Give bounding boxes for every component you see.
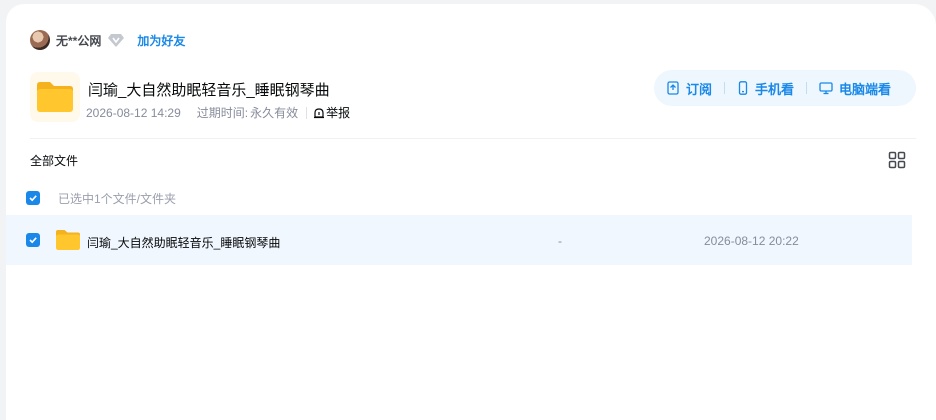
checkmark-icon xyxy=(29,237,37,244)
subscribe-label: 订阅 xyxy=(686,81,713,97)
select-all-row: 已选中1个文件/文件夹 xyxy=(26,190,176,206)
avatar[interactable] xyxy=(30,30,50,50)
subscribe-button[interactable]: 订阅 xyxy=(666,79,712,98)
breadcrumb-all-files[interactable]: 全部文件 xyxy=(30,152,78,169)
expire-value: 永久有效 xyxy=(250,106,299,120)
view-actions-bar: 订阅 手机看 电脑端看 xyxy=(654,70,916,106)
subscribe-icon xyxy=(667,81,679,95)
header-divider xyxy=(30,138,916,139)
folder-icon xyxy=(55,229,81,256)
row-checkbox[interactable] xyxy=(26,233,40,247)
phone-label: 手机看 xyxy=(755,81,795,97)
share-card: 无**公网 加为好友 闫瑜_大自然助眠轻音乐_睡眠钢琴曲 2026-08-12 … xyxy=(6,4,936,420)
select-all-checkbox[interactable] xyxy=(26,191,40,205)
file-date: 2026-08-12 20:22 xyxy=(704,234,799,248)
expire-label: 过期时间: xyxy=(196,106,249,120)
table-row[interactable]: 闫瑜_大自然助眠轻音乐_睡眠钢琴曲 - 2026-08-12 20:22 xyxy=(6,215,912,265)
file-size: - xyxy=(558,234,562,248)
action-divider xyxy=(806,82,808,94)
pc-label: 电脑端看 xyxy=(839,81,892,97)
share-created-time: 2026-08-12 14:29 xyxy=(86,105,181,120)
share-folder-icon xyxy=(30,72,80,122)
share-title: 闫瑜_大自然助眠轻音乐_睡眠钢琴曲 xyxy=(88,82,330,99)
checkmark-icon xyxy=(29,195,37,202)
view-on-pc-button[interactable]: 电脑端看 xyxy=(819,79,891,98)
report-label: 举报 xyxy=(326,106,351,120)
meta-divider xyxy=(306,106,308,119)
report-link[interactable]: 举报 xyxy=(313,104,350,121)
add-friend-link[interactable]: 加为好友 xyxy=(137,32,185,49)
file-name[interactable]: 闫瑜_大自然助眠轻音乐_睡眠钢琴曲 xyxy=(87,234,280,251)
phone-icon xyxy=(738,81,748,95)
sharer-name: 无**公网 xyxy=(56,33,102,48)
action-divider xyxy=(724,82,726,94)
report-icon xyxy=(314,107,325,118)
monitor-icon xyxy=(819,82,833,95)
view-on-phone-button[interactable]: 手机看 xyxy=(737,79,794,98)
selection-status: 已选中1个文件/文件夹 xyxy=(58,191,177,206)
sharer-info: 无**公网 加为好友 xyxy=(30,30,185,50)
vip-diamond-icon xyxy=(107,31,125,49)
share-meta: 2026-08-12 14:29 过期时间: 永久有效 举报 xyxy=(86,104,350,121)
grid-view-toggle-icon[interactable] xyxy=(888,151,906,169)
